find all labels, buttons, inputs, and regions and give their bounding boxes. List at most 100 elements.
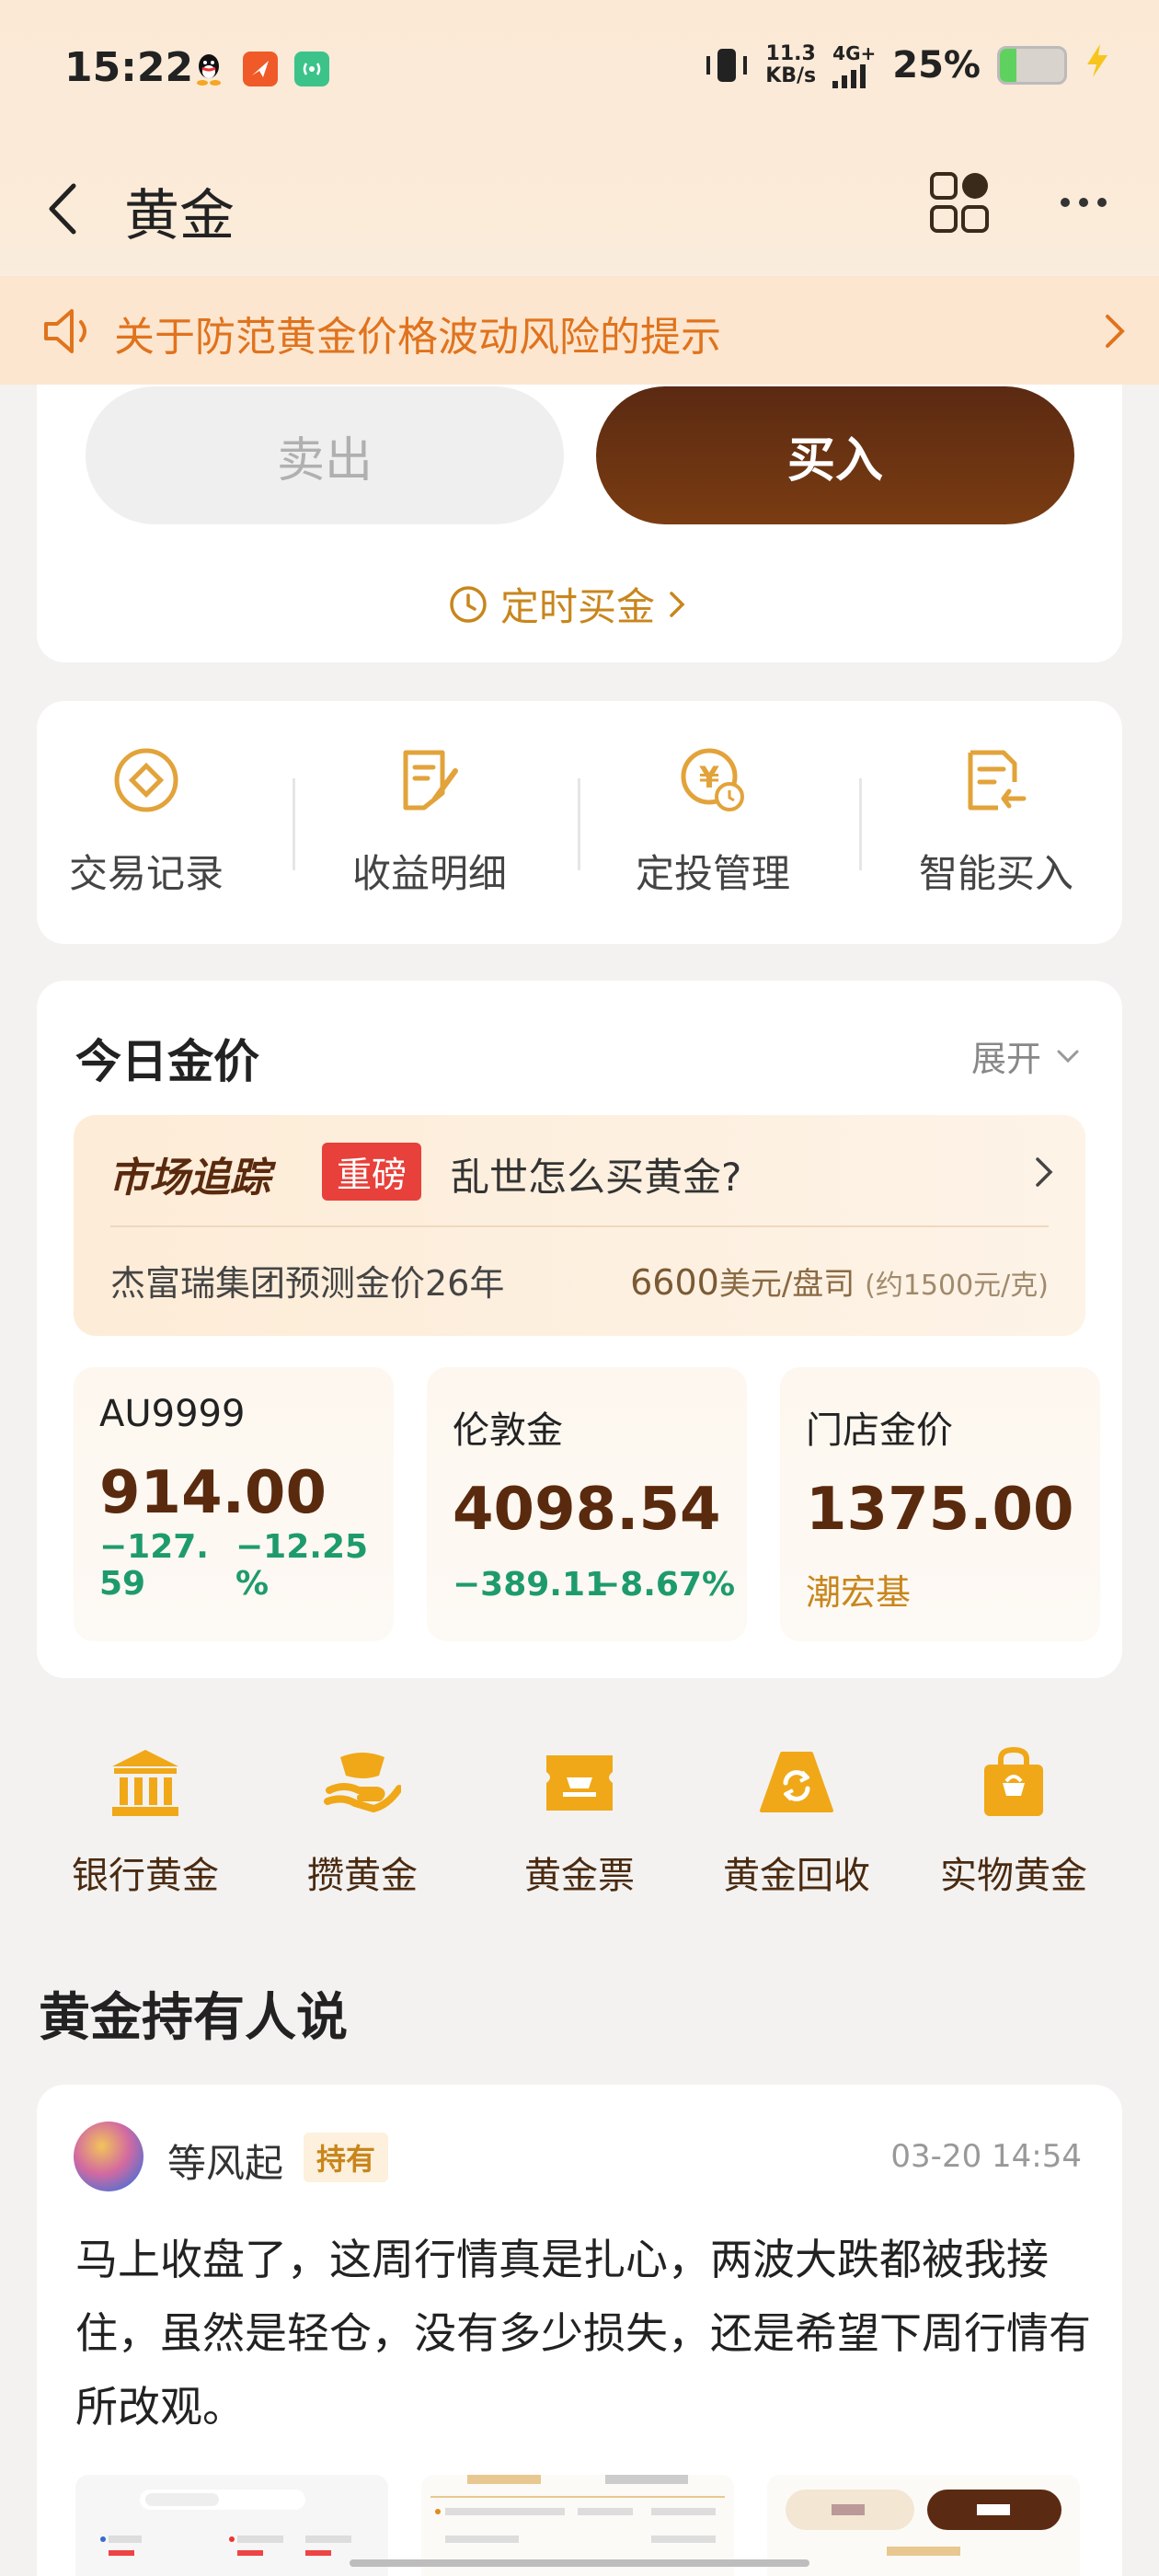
quick-actions-card: 交易记录 收益明细 ¥ 定投管理 智能买入 [37,701,1122,944]
forecast-note: (约1500元/克) [865,1270,1049,1302]
post-username[interactable]: 等风起 [167,2133,283,2189]
category-label: 黄金回收 [723,1855,870,1897]
category-label: 银行黄金 [72,1855,219,1897]
signal-icon: 4G+ [832,42,876,88]
charging-bolt-icon [1084,42,1111,88]
price-change-line2: 59 [99,1565,146,1603]
more-icon[interactable] [1060,193,1107,212]
action-fixed-invest[interactable]: ¥ 定投管理 [598,745,828,899]
category-label: 攒黄金 [307,1855,418,1897]
net-speed-unit: KB/s [765,64,817,87]
price-change-line1: −127. [99,1528,209,1566]
clock-icon [450,585,487,623]
price-change: −389.11 [453,1566,609,1604]
forecast-unit: 美元/盘司 [718,1266,855,1303]
svg-text:¥: ¥ [699,760,719,795]
chevron-right-icon [1036,1157,1053,1187]
grid-icon[interactable] [929,171,992,234]
action-label: 定投管理 [635,851,790,896]
category-gold-recycle[interactable]: 黄金回收 [705,1744,889,1899]
recycle-icon [760,1752,833,1812]
expand-label: 展开 [970,1039,1041,1079]
home-indicator[interactable] [350,2559,809,2567]
divider [293,778,295,870]
banner-subtitle: 杰富瑞集团预测金价26年 [110,1263,505,1304]
action-trade-records[interactable]: 交易记录 [31,745,261,899]
page-title: 黄金 [124,184,235,248]
trade-card: 卖出 买入 定时买金 [37,385,1122,662]
status-bar: 15:22 11.3 KB/s 4G+ 25% [0,0,1159,147]
today-gold-card: 今日金价 展开 市场追踪 重磅 乱世怎么买黄金? 杰富瑞集团预测金价26年 66… [37,981,1122,1678]
notification-icons [191,52,329,86]
category-bank-gold[interactable]: 银行黄金 [53,1744,237,1899]
price-pct-line2: % [235,1565,270,1603]
banner-forecast-price: 6600美元/盘司 (约1500元/克) [630,1259,1049,1304]
chevron-right-icon [670,591,685,617]
earnings-icon [403,750,458,811]
timed-buy-label: 定时买金 [500,584,656,629]
price-value: 1375.00 [806,1476,1074,1544]
banner-headline: 乱世怎么买黄金? [451,1155,742,1200]
speaker-icon [44,309,86,353]
category-physical-gold[interactable]: 实物黄金 [922,1744,1106,1899]
category-gold-ticket[interactable]: 黄金票 [488,1744,671,1899]
vibrate-icon [705,47,749,84]
expand-toggle[interactable]: 展开 [971,1030,1080,1081]
headline-badge: 重磅 [322,1143,422,1201]
timed-buy-link[interactable]: 定时买金 [449,576,686,632]
action-label: 收益明细 [351,851,507,896]
price-name: AU9999 [99,1393,246,1435]
category-label: 黄金票 [524,1855,635,1897]
market-tracking-banner[interactable]: 市场追踪 重磅 乱世怎么买黄金? 杰富瑞集团预测金价26年 6600美元/盘司 … [74,1115,1085,1336]
shopping-bag-icon [984,1746,1043,1816]
action-smart-buy[interactable]: 智能买入 [881,745,1111,899]
risk-notice-bar[interactable]: 关于防范黄金价格波动风险的提示 [0,276,1159,385]
holders-section-title: 黄金持有人说 [39,1988,348,2048]
price-change-percent: −12.25 % [235,1529,368,1603]
post-image-thumbnail[interactable] [767,2475,1080,2576]
net-speed: 11.3 KB/s [765,43,816,87]
net-speed-value: 11.3 [765,42,816,65]
category-save-gold[interactable]: 攒黄金 [270,1744,454,1899]
action-earnings[interactable]: 收益明细 [315,745,545,899]
price-box-au9999[interactable]: AU9999 914.00 −127. 59 −12.25 % [74,1367,394,1641]
market-tracking-logo: 市场追踪 [109,1155,270,1202]
post-text: 马上收盘了，这周行情真是扎心，两波大跌都被我接住，虽然是轻仓，没有多少损失，还是… [75,2235,1091,2432]
banner-divider [110,1225,1049,1227]
sell-button[interactable]: 卖出 [86,386,564,524]
status-right: 11.3 KB/s 4G+ 25% [705,42,1111,88]
avatar[interactable] [74,2122,143,2191]
qq-icon [191,52,226,86]
ticket-icon [546,1755,613,1811]
post-time: 03-20 14:54 [890,2138,1082,2175]
smart-buy-icon [968,750,1027,811]
post-image-thumbnail[interactable] [75,2475,388,2576]
forecast-value: 6600 [630,1262,719,1303]
today-gold-title: 今日金价 [75,1035,259,1088]
nav-bar: 黄金 [0,147,1159,276]
store-brand: 潮宏基 [806,1572,912,1613]
price-value: 914.00 [99,1459,327,1527]
price-box-store-gold[interactable]: 门店金价 1375.00 潮宏基 [780,1367,1100,1641]
price-name: 门店金价 [806,1409,953,1452]
divider [578,778,580,870]
network-type: 4G+ [832,42,877,64]
chevron-right-icon [1106,315,1125,348]
price-box-london-gold[interactable]: 伦敦金 4098.54 −389.11 −8.67% [427,1367,747,1641]
price-name: 伦敦金 [453,1409,563,1452]
back-icon[interactable] [39,167,85,250]
battery-percent: 25% [892,44,981,86]
orange-app-icon [243,52,278,86]
battery-fill [1000,49,1016,82]
action-label: 智能买入 [918,851,1073,896]
holder-post-card[interactable]: 等风起 持有 03-20 14:54 马上收盘了，这周行情真是扎心，两波大跌都被… [37,2085,1122,2576]
price-value: 4098.54 [453,1476,721,1544]
price-pct-line1: −12.25 [235,1528,369,1566]
holding-badge: 持有 [304,2133,389,2182]
action-label: 交易记录 [68,851,224,896]
buy-button[interactable]: 买入 [596,386,1074,524]
battery-icon [997,46,1067,85]
status-time: 15:22 [64,44,194,91]
price-change-percent: −8.67% [592,1566,736,1604]
price-change: −127. 59 [99,1529,209,1603]
